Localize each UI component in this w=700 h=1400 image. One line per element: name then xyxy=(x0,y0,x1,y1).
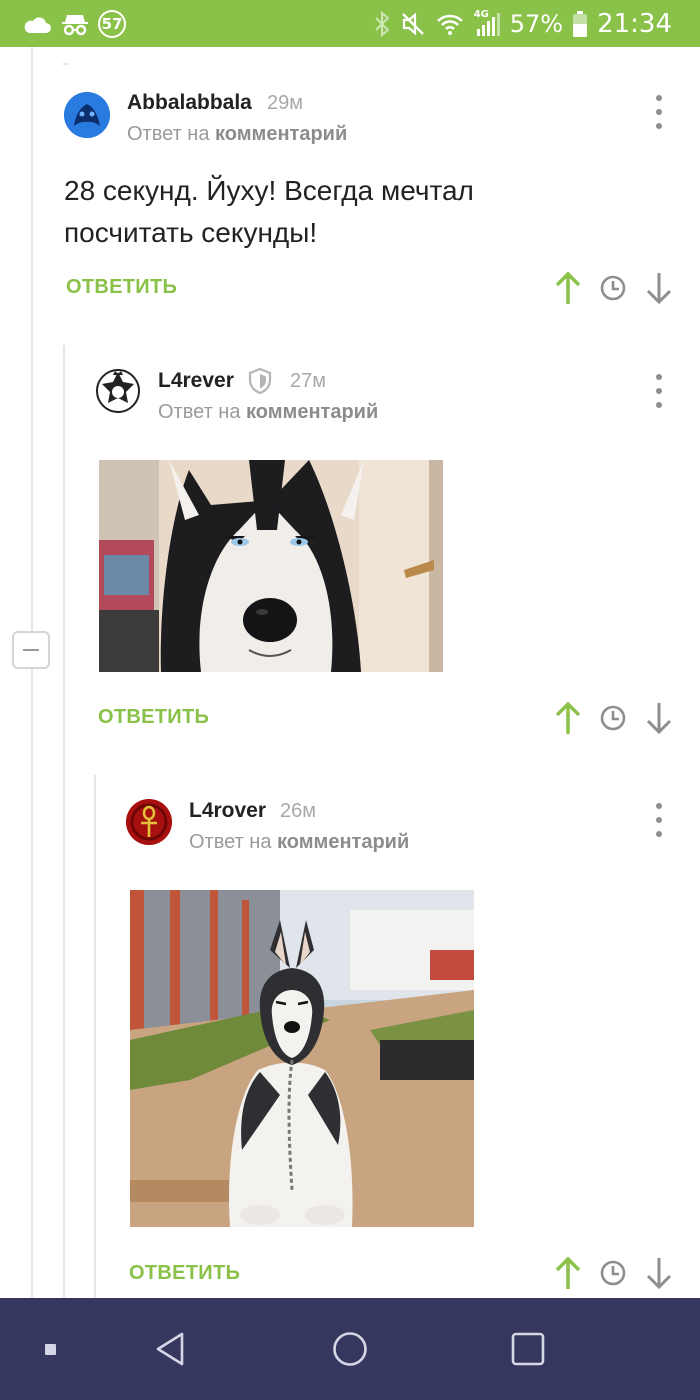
reply-to-link[interactable]: комментарий xyxy=(215,123,347,145)
upvote-arrow-icon[interactable] xyxy=(553,701,583,735)
mute-icon xyxy=(401,12,424,36)
author-name[interactable]: L4rover xyxy=(189,799,266,823)
reply-to-prefix: Ответ на xyxy=(127,123,210,145)
system-navigation-bar xyxy=(0,1298,700,1400)
reply-to-link[interactable]: комментарий xyxy=(277,831,409,853)
thread-line-level-2 xyxy=(94,775,96,1298)
comment-time: 29м xyxy=(267,92,303,114)
comment-text-line: 28 секунд. Йуху! Всегда мечтал xyxy=(64,175,474,206)
reply-to-line: Ответ на комментарий xyxy=(158,401,378,424)
avatar[interactable] xyxy=(95,368,141,414)
clock: 21:34 xyxy=(597,9,672,39)
clock-icon[interactable] xyxy=(598,701,628,735)
comment-menu-icon[interactable] xyxy=(653,95,665,129)
signal-icon: 4G xyxy=(474,9,500,37)
reply-to-prefix: Ответ на xyxy=(189,831,272,853)
upvote-arrow-icon[interactable] xyxy=(553,271,583,305)
thread-line-level-1 xyxy=(63,345,65,1298)
collapse-thread-button[interactable] xyxy=(12,631,50,669)
comment-text-line: посчитать секунды! xyxy=(64,217,318,248)
clock-icon[interactable] xyxy=(598,271,628,305)
reply-to-line: Ответ на комментарий xyxy=(189,831,409,854)
reply-button[interactable]: ОТВЕТИТЬ xyxy=(66,276,177,299)
wifi-icon xyxy=(436,14,463,35)
clock-icon[interactable] xyxy=(598,1256,628,1290)
thread-end-mark xyxy=(63,63,69,65)
back-icon[interactable] xyxy=(140,1298,200,1400)
status-bar-left: 57 xyxy=(22,8,126,40)
comment-time: 27м xyxy=(290,370,326,392)
upvote-arrow-icon[interactable] xyxy=(553,1256,583,1290)
bluetooth-icon xyxy=(375,11,390,37)
comment-image-sitting-husky[interactable] xyxy=(130,890,474,1227)
cloud-icon xyxy=(24,17,51,33)
shield-icon xyxy=(248,367,272,395)
reply-to-prefix: Ответ на xyxy=(158,401,241,423)
downvote-arrow-icon[interactable] xyxy=(644,701,674,735)
downvote-arrow-icon[interactable] xyxy=(644,1256,674,1290)
reply-to-link[interactable]: комментарий xyxy=(246,401,378,423)
overview-icon[interactable] xyxy=(498,1298,558,1400)
downvote-arrow-icon[interactable] xyxy=(644,271,674,305)
comment-menu-icon[interactable] xyxy=(653,374,665,408)
author-name[interactable]: L4rever xyxy=(158,369,234,393)
minus-icon xyxy=(23,649,39,651)
incognito-icon xyxy=(62,15,88,36)
thread-line-level-0 xyxy=(31,47,33,1298)
status-bar-right: 4G 57% 21:34 xyxy=(374,8,672,40)
avatar[interactable] xyxy=(126,799,172,845)
battery-icon xyxy=(573,11,588,37)
home-icon[interactable] xyxy=(320,1298,380,1400)
reply-button[interactable]: ОТВЕТИТЬ xyxy=(129,1262,240,1285)
reply-to-line: Ответ на комментарий xyxy=(127,123,347,146)
comment-text: 28 секунд. Йуху! Всегда мечтал посчитать… xyxy=(64,170,664,254)
status-bar: 57 4G 57% 21:34 xyxy=(0,0,700,47)
reply-button[interactable]: ОТВЕТИТЬ xyxy=(98,706,209,729)
comment-menu-icon[interactable] xyxy=(653,803,665,837)
avatar[interactable] xyxy=(64,92,110,138)
recent-dot-icon[interactable] xyxy=(30,1298,70,1400)
battery-percent: 57% xyxy=(509,10,564,38)
comment-time: 26м xyxy=(280,800,316,822)
notification-count-badge: 57 xyxy=(98,10,126,38)
comment-image-angry-husky[interactable] xyxy=(99,460,443,672)
author-name[interactable]: Abbalabbala xyxy=(127,91,252,115)
